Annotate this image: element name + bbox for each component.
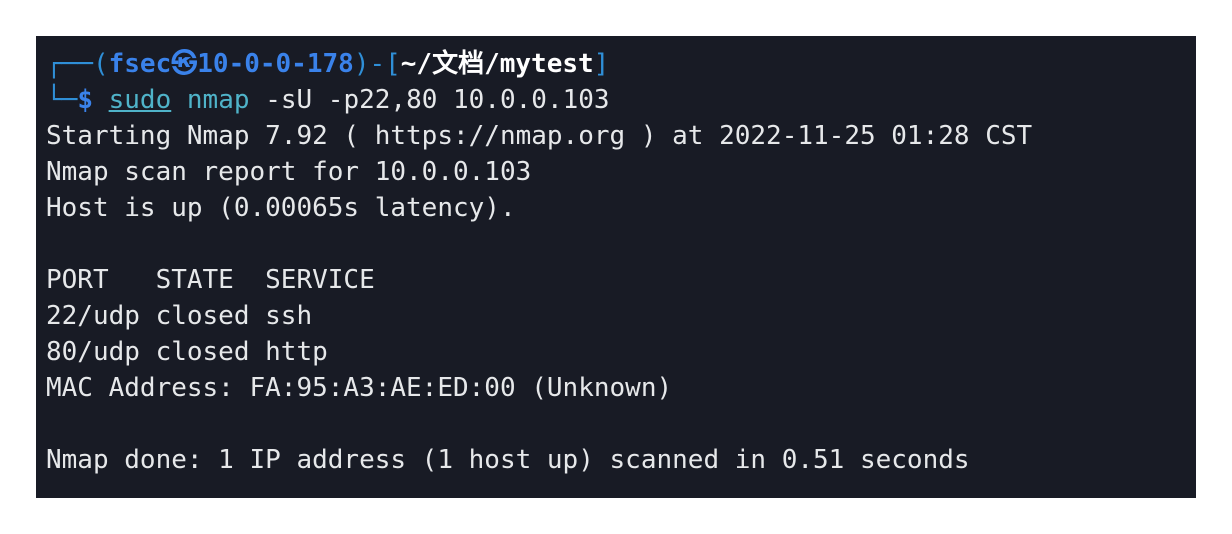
output-port-row: 80/udp closed http [46, 337, 328, 367]
prompt-bottom-prefix: └─ [46, 85, 78, 115]
prompt-user: fsec [108, 49, 172, 79]
prompt-dollar: $ [77, 85, 93, 115]
prompt-top-line: ┌──(fsec ㉿ 10-0-0-178)-[~/文档/mytest] [46, 46, 1196, 82]
terminal-window[interactable]: ┌──(fsec ㉿ 10-0-0-178)-[~/文档/mytest] └─ $ s… [36, 36, 1196, 498]
output-port-row: 22/udp closed ssh [46, 301, 313, 331]
prompt-command-line: └─ $ sudo nmap -sU -p22,80 10.0.0.103 [46, 82, 1196, 118]
output-mac-line: MAC Address: FA:95:A3:AE:ED:00 (Unknown) [46, 373, 673, 403]
prompt-mid: )-[ [353, 49, 401, 79]
output-host-up-line: Host is up (0.00065s latency). [46, 193, 516, 223]
prompt-path: ~/文档/mytest [400, 49, 594, 79]
prompt-close: ] [593, 49, 610, 79]
prompt-at-symbol: ㉿ [171, 49, 198, 79]
output-report-line: Nmap scan report for 10.0.0.103 [46, 157, 532, 187]
prompt-top-prefix: ┌──( [46, 49, 109, 79]
prompt-host: 10-0-0-178 [197, 49, 354, 79]
output-blank-line [46, 406, 1196, 442]
output-table-header: PORT STATE SERVICE [46, 265, 375, 295]
command-sudo: sudo [108, 85, 172, 115]
output-starting-line: Starting Nmap 7.92 ( https://nmap.org ) … [46, 121, 1033, 151]
output-done-line: Nmap done: 1 IP address (1 host up) scan… [46, 445, 970, 475]
command-args: -sU -p22,80 10.0.0.103 [265, 85, 610, 115]
command-nmap: nmap [186, 85, 250, 115]
output-blank-line [46, 226, 1196, 262]
